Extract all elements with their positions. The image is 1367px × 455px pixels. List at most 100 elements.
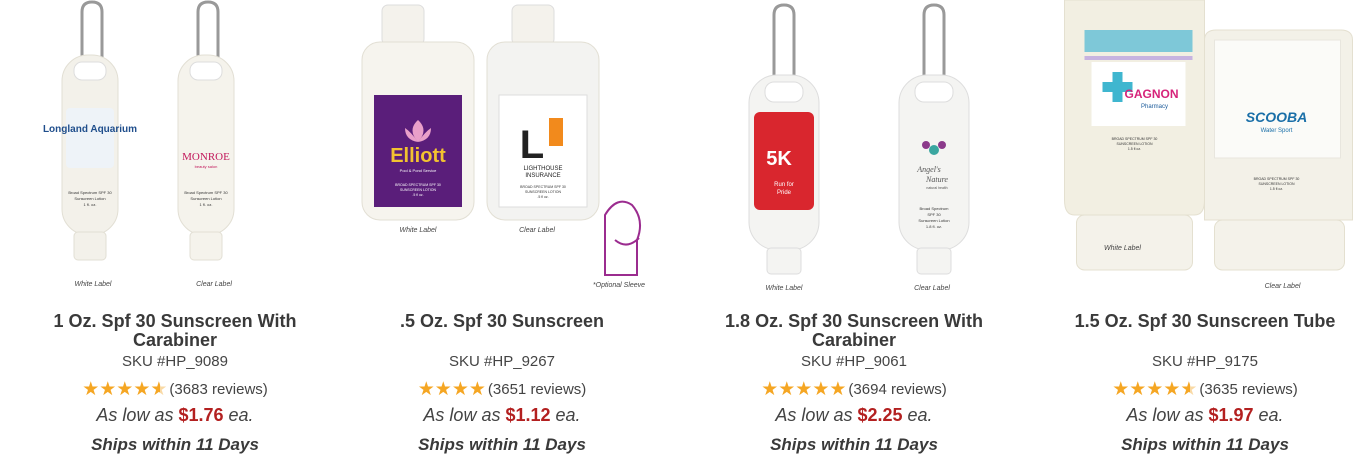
- svg-text:SUNSCREEN LOTION: SUNSCREEN LOTION: [400, 188, 436, 192]
- star-icon: ★: [99, 379, 117, 400]
- svg-text:Pharmacy: Pharmacy: [1141, 104, 1168, 110]
- svg-text:White Label: White Label: [75, 281, 112, 288]
- product-image[interactable]: GAGNON Pharmacy BROAD SPECTRUM SPF 30 SU…: [1030, 0, 1367, 300]
- product-sku: SKU #HP_9089: [122, 353, 228, 370]
- price-amount: $1.12: [505, 405, 551, 425]
- product-grid: Longland Aquarium Broad Spectrum SPF 30 …: [0, 0, 1367, 454]
- price-prefix: As low as: [423, 405, 501, 425]
- svg-text:BROAD SPECTRUM SPF 30: BROAD SPECTRUM SPF 30: [1112, 137, 1158, 141]
- rating-stars: ★ ★ ★ ★ ★: [761, 380, 846, 399]
- svg-text:1 fl. oz.: 1 fl. oz.: [200, 202, 213, 207]
- price-suffix: ea.: [228, 405, 254, 425]
- price-suffix: ea.: [555, 405, 581, 425]
- product-price: As low as $1.97 ea.: [1030, 405, 1367, 426]
- svg-text:*Optional Sleeve: *Optional Sleeve: [593, 282, 645, 289]
- svg-text:Clear Label: Clear Label: [1265, 283, 1301, 290]
- product-image[interactable]: 5K Run for Pride Angel's Nature natural …: [679, 0, 1029, 300]
- product-image[interactable]: Longland Aquarium Broad Spectrum SPF 30 …: [0, 0, 350, 300]
- product-price: As low as $2.25 ea.: [679, 405, 1029, 426]
- star-icon: ★: [1129, 379, 1147, 400]
- price-amount: $1.97: [1208, 405, 1254, 425]
- product-sku: SKU #HP_9061: [801, 353, 907, 370]
- svg-text:1.5 fl oz.: 1.5 fl oz.: [1270, 187, 1283, 191]
- star-icon: ★: [812, 379, 830, 400]
- star-icon: ★: [761, 379, 779, 400]
- svg-text:natural health: natural health: [926, 186, 947, 190]
- product-rating[interactable]: ★ ★ ★ ★ ★ (3694 reviews): [679, 380, 1029, 399]
- star-half-icon: ★: [1180, 379, 1198, 400]
- review-count[interactable]: (3694 reviews): [848, 381, 946, 398]
- price-prefix: As low as: [96, 405, 174, 425]
- svg-text:1.5 fl oz.: 1.5 fl oz.: [1128, 147, 1141, 151]
- price-prefix: As low as: [775, 405, 853, 425]
- product-title[interactable]: .5 Oz. Spf 30 Sunscreen: [357, 312, 647, 331]
- product-card[interactable]: GAGNON Pharmacy BROAD SPECTRUM SPF 30 SU…: [1030, 0, 1367, 454]
- product-title[interactable]: 1 Oz. Spf 30 Sunscreen With Carabiner: [30, 312, 320, 350]
- star-icon: ★: [468, 379, 486, 400]
- review-count[interactable]: (3635 reviews): [1199, 381, 1297, 398]
- svg-text:Pride: Pride: [777, 190, 792, 196]
- svg-text:L: L: [520, 123, 544, 167]
- product-card[interactable]: Elliott Pool & Pond Service BROAD SPECTR…: [327, 0, 677, 454]
- product-title[interactable]: 1.5 Oz. Spf 30 Sunscreen Tube: [1060, 312, 1350, 331]
- star-icon: ★: [1163, 379, 1181, 400]
- price-amount: $2.25: [857, 405, 903, 425]
- svg-text:BROAD SPECTRUM SPF 30: BROAD SPECTRUM SPF 30: [1254, 177, 1300, 181]
- svg-text:beauty salon: beauty salon: [195, 164, 218, 169]
- svg-text:Run for: Run for: [774, 182, 794, 188]
- review-count[interactable]: (3683 reviews): [169, 381, 267, 398]
- svg-text:Clear Label: Clear Label: [196, 281, 232, 288]
- star-icon: ★: [778, 379, 796, 400]
- svg-text:Sunscreen Lotion: Sunscreen Lotion: [918, 218, 949, 223]
- svg-text:LIGHTHOUSE: LIGHTHOUSE: [523, 166, 562, 172]
- svg-text:INSURANCE: INSURANCE: [525, 173, 560, 179]
- product-sku: SKU #HP_9175: [1152, 353, 1258, 370]
- price-amount: $1.76: [178, 405, 224, 425]
- svg-text:GAGNON: GAGNON: [1125, 87, 1179, 101]
- svg-text:.5 fl oz.: .5 fl oz.: [537, 195, 548, 199]
- svg-text:White Label: White Label: [1104, 245, 1141, 252]
- star-icon: ★: [417, 379, 435, 400]
- star-icon: ★: [1146, 379, 1164, 400]
- price-prefix: As low as: [1126, 405, 1204, 425]
- sleeve-icon: [604, 200, 642, 276]
- star-half-icon: ★: [150, 379, 168, 400]
- product-sku: SKU #HP_9267: [449, 353, 555, 370]
- svg-text:Water Sport: Water Sport: [1261, 128, 1293, 134]
- product-card[interactable]: 5K Run for Pride Angel's Nature natural …: [679, 0, 1029, 454]
- ships-within: Ships within 11 Days: [770, 435, 938, 454]
- product-price: As low as $1.12 ea.: [327, 405, 677, 426]
- svg-text:Broad Spectrum: Broad Spectrum: [920, 206, 950, 211]
- product-title[interactable]: 1.8 Oz. Spf 30 Sunscreen With Carabiner: [709, 312, 999, 350]
- ships-within: Ships within 11 Days: [91, 435, 259, 454]
- star-icon: ★: [451, 379, 469, 400]
- svg-text:MONROE: MONROE: [182, 151, 230, 163]
- svg-text:1.8 fl. oz.: 1.8 fl. oz.: [926, 224, 942, 229]
- product-rating[interactable]: ★ ★ ★ ★ ★ (3635 reviews): [1030, 380, 1367, 399]
- svg-text:Clear Label: Clear Label: [914, 285, 950, 292]
- svg-text:Broad Spectrum SPF 30: Broad Spectrum SPF 30: [68, 190, 112, 195]
- svg-text:Longland Aquarium: Longland Aquarium: [43, 124, 137, 135]
- svg-text:Angel's: Angel's: [916, 165, 940, 174]
- svg-text:.5 fl oz.: .5 fl oz.: [412, 193, 423, 197]
- svg-text:Broad Spectrum SPF 30: Broad Spectrum SPF 30: [184, 190, 228, 195]
- star-icon: ★: [116, 379, 134, 400]
- product-price: As low as $1.76 ea.: [0, 405, 350, 426]
- star-icon: ★: [1112, 379, 1130, 400]
- product-rating[interactable]: ★ ★ ★ ★ ★ (3683 reviews): [0, 380, 350, 399]
- rating-stars: ★ ★ ★ ★ ★: [82, 380, 167, 399]
- product-rating[interactable]: ★ ★ ★ ★ (3651 reviews): [327, 380, 677, 399]
- svg-text:SUNSCREEN LOTION: SUNSCREEN LOTION: [1117, 142, 1153, 146]
- svg-text:Sunscreen Lotion: Sunscreen Lotion: [74, 196, 105, 201]
- svg-text:Elliott: Elliott: [390, 145, 446, 167]
- carabiner-icon: [80, 0, 104, 60]
- product-image[interactable]: Elliott Pool & Pond Service BROAD SPECTR…: [327, 0, 677, 300]
- svg-text:1 fl. oz.: 1 fl. oz.: [84, 202, 97, 207]
- svg-text:SUNSCREEN LOTION: SUNSCREEN LOTION: [1259, 182, 1295, 186]
- product-card[interactable]: Longland Aquarium Broad Spectrum SPF 30 …: [0, 0, 350, 454]
- svg-text:Clear Label: Clear Label: [519, 227, 555, 234]
- review-count[interactable]: (3651 reviews): [488, 381, 586, 398]
- star-icon: ★: [829, 379, 847, 400]
- svg-text:5K: 5K: [766, 148, 792, 170]
- svg-text:Nature: Nature: [925, 175, 948, 184]
